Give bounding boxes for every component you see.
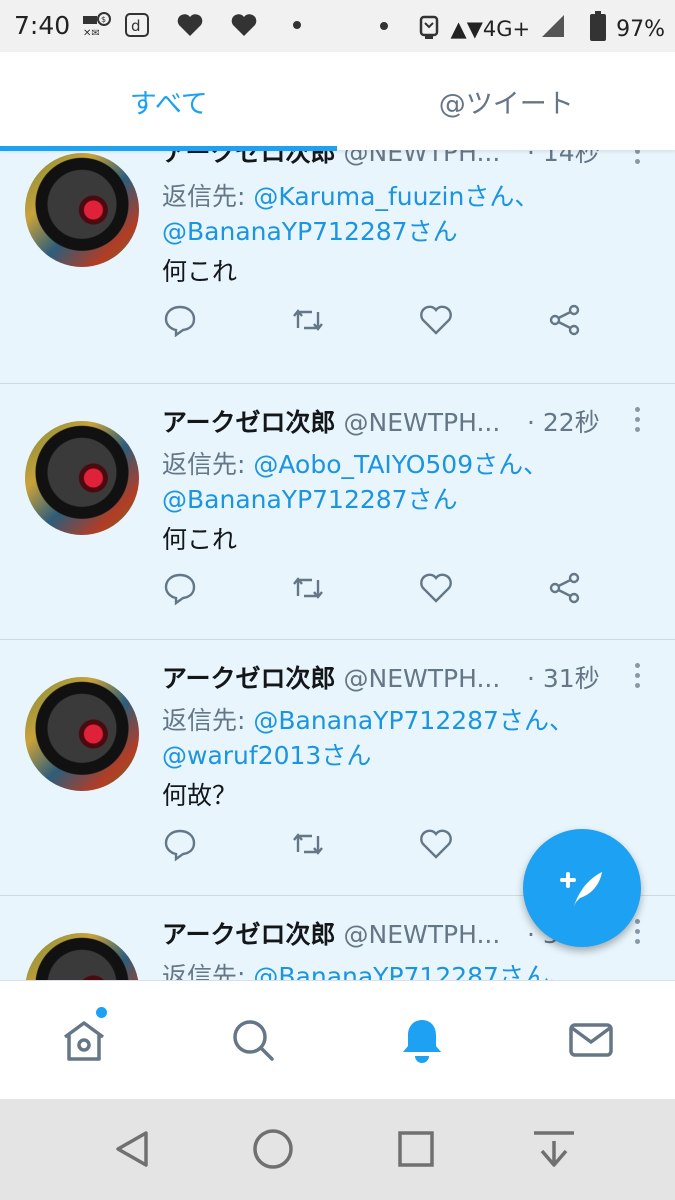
author-name[interactable]: アークゼロ次郎 (162, 664, 336, 693)
notification-tabs: すべて @ツイート (0, 52, 675, 151)
reply-icon[interactable] (162, 570, 198, 606)
dot-icon (379, 13, 389, 45)
author-name[interactable]: アークゼロ次郎 (162, 408, 336, 437)
share-icon[interactable] (547, 570, 583, 606)
tweet-item[interactable]: アークゼロ次郎 @NEWTPH... · 22秒 返信先: @Aobo_TAIYO… (0, 384, 675, 640)
retweet-icon[interactable] (290, 302, 326, 338)
like-icon[interactable] (418, 570, 454, 606)
author-name[interactable]: アークゼロ次郎 (162, 150, 336, 167)
battery-icon (590, 11, 607, 47)
reply-to: 返信先: @Karuma_fuuzinさん、 @BananaYP712287さん (162, 179, 539, 249)
tweet-time: · 31秒 (527, 664, 600, 693)
more-options-icon[interactable] (635, 150, 641, 169)
reply-prefix: 返信先: (162, 182, 254, 211)
tweet-text: 何これ (162, 525, 238, 554)
tab-all[interactable]: すべて (0, 52, 338, 150)
sim-icon: $ ✕✉ (82, 12, 112, 44)
d-app-icon: d (124, 12, 150, 44)
tweet-actions (162, 570, 592, 610)
nav-home[interactable] (0, 981, 169, 1099)
active-tab-indicator (0, 146, 337, 151)
dot-icon (292, 12, 302, 44)
signal-icon (540, 13, 566, 45)
reply-prefix: 返信先: (162, 962, 254, 980)
tweet-actions (162, 826, 592, 866)
like-icon[interactable] (418, 826, 454, 862)
alarm-icon (417, 11, 441, 47)
like-icon[interactable] (418, 302, 454, 338)
status-time: 7:40 (14, 11, 71, 40)
share-icon[interactable] (547, 302, 583, 338)
compose-feather-icon (560, 872, 602, 906)
svg-text:✕✉: ✕✉ (83, 28, 100, 38)
nav-search[interactable] (169, 981, 338, 1099)
reply-mention[interactable]: @BananaYP712287さん、 (253, 962, 574, 980)
tweet-actions (162, 302, 592, 342)
reply-mention[interactable]: @Aobo_TAIYO509さん、 (253, 450, 548, 479)
reply-to: 返信先: @BananaYP712287さん、 @waruf2013さん (162, 703, 574, 773)
reply-mention[interactable]: @BananaYP712287さん (162, 217, 458, 246)
heart-icon (176, 12, 204, 44)
reply-to: 返信先: @BananaYP712287さん、 (162, 959, 574, 980)
tweet-header: アークゼロ次郎 @NEWTPH... · 14秒 (162, 150, 675, 169)
avatar[interactable] (25, 677, 139, 791)
recents-icon[interactable] (396, 1127, 436, 1175)
avatar[interactable] (25, 933, 139, 980)
notification-pull-icon[interactable] (530, 1127, 578, 1175)
reply-mention[interactable]: @BananaYP712287さん (162, 485, 458, 514)
compose-tweet-button[interactable] (523, 829, 641, 947)
avatar[interactable] (25, 153, 139, 267)
notifications-bell-icon (402, 1020, 441, 1063)
author-handle: @NEWTPH... (343, 664, 501, 693)
tab-mentions[interactable]: @ツイート (338, 52, 675, 150)
back-icon[interactable] (110, 1127, 154, 1175)
messages-icon (568, 1023, 613, 1057)
battery-percent: 97% (616, 16, 665, 42)
bottom-navigation (0, 980, 675, 1099)
home-circle-icon[interactable] (251, 1127, 295, 1175)
status-left-icons: $ ✕✉ d (82, 12, 302, 44)
tweet-text: 何これ (162, 257, 238, 286)
system-navigation-bar (0, 1099, 675, 1200)
retweet-icon[interactable] (290, 826, 326, 862)
svg-text:$: $ (101, 15, 106, 24)
tweet-text: 何故？ (162, 781, 238, 810)
tweet-item[interactable]: アークゼロ次郎 @NEWTPH... · 14秒 返信先: @Karuma_fuu… (0, 150, 675, 384)
author-handle: @NEWTPH... (343, 150, 501, 167)
reply-icon[interactable] (162, 826, 198, 862)
reply-icon[interactable] (162, 302, 198, 338)
tweet-header: アークゼロ次郎 @NEWTPH... · 31秒 (162, 659, 675, 695)
reply-to: 返信先: @Aobo_TAIYO509さん、 @BananaYP712287さん (162, 447, 548, 517)
reply-prefix: 返信先: (162, 706, 254, 735)
more-options-icon[interactable] (635, 663, 641, 693)
status-bar: 7:40 $ ✕✉ d ▲▼4G+ 97% (0, 0, 675, 52)
tweet-time: · 14秒 (527, 150, 600, 167)
author-name[interactable]: アークゼロ次郎 (162, 920, 336, 949)
reply-mention[interactable]: @Karuma_fuuzinさん、 (253, 182, 539, 211)
home-icon (64, 1021, 105, 1061)
tweet-header: アークゼロ次郎 @NEWTPH... · 22秒 (162, 403, 675, 439)
avatar[interactable] (25, 421, 139, 535)
new-content-dot (96, 1007, 107, 1018)
reply-prefix: 返信先: (162, 450, 254, 479)
network-type: ▲▼4G+ (450, 17, 531, 41)
heart-icon (230, 12, 258, 44)
status-right-icons: ▲▼4G+ 97% (379, 11, 665, 47)
author-handle: @NEWTPH... (343, 408, 501, 437)
reply-mention[interactable]: @waruf2013さん (162, 741, 371, 770)
search-icon (233, 1020, 274, 1061)
tweet-time: · 22秒 (527, 408, 600, 437)
author-handle: @NEWTPH... (343, 920, 501, 949)
nav-messages[interactable] (506, 981, 675, 1099)
reply-mention[interactable]: @BananaYP712287さん、 (253, 706, 574, 735)
retweet-icon[interactable] (290, 570, 326, 606)
nav-notifications[interactable] (338, 981, 507, 1099)
more-options-icon[interactable] (635, 919, 641, 949)
more-options-icon[interactable] (635, 407, 641, 437)
svg-text:d: d (131, 17, 141, 35)
